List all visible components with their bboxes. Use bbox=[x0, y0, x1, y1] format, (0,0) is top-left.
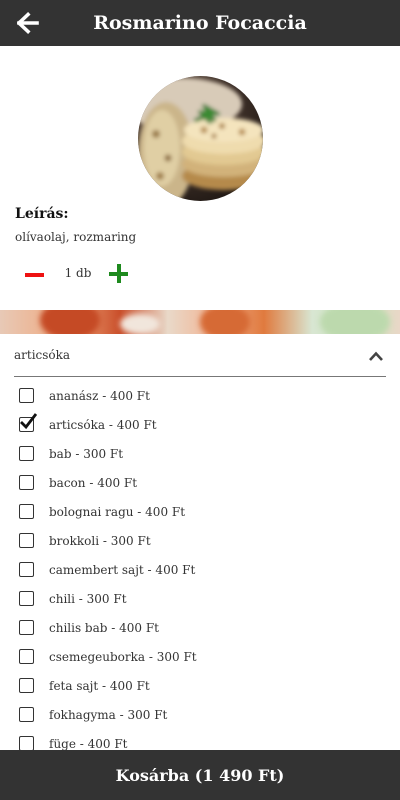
list-item[interactable]: ananász - 400 Ft bbox=[0, 381, 400, 410]
back-button[interactable] bbox=[10, 6, 46, 40]
plus-icon[interactable] bbox=[106, 261, 132, 287]
topping-checkbox[interactable] bbox=[19, 475, 34, 490]
chevron-up-icon bbox=[369, 351, 383, 361]
accordion-label: articsóka bbox=[14, 348, 71, 362]
topping-checkbox[interactable] bbox=[19, 620, 34, 635]
top-bar: Rosmarino Focaccia bbox=[0, 0, 400, 46]
list-item[interactable]: articsóka - 400 Ft bbox=[0, 410, 400, 439]
list-item[interactable]: chilis bab - 400 Ft bbox=[0, 613, 400, 642]
quantity-value: 1 db bbox=[64, 266, 92, 280]
add-to-cart-button[interactable]: Kosárba (1 490 Ft) bbox=[0, 750, 400, 800]
topping-checkbox[interactable] bbox=[19, 504, 34, 519]
topping-checkbox[interactable] bbox=[19, 562, 34, 577]
topping-label: bacon - 400 Ft bbox=[49, 475, 138, 490]
arrow-left-icon bbox=[17, 12, 39, 34]
topping-label: füge - 400 Ft bbox=[49, 736, 128, 751]
topping-label: feta sajt - 400 Ft bbox=[49, 678, 150, 693]
topping-label: camembert sajt - 400 Ft bbox=[49, 562, 196, 577]
decorative-banner bbox=[0, 310, 400, 334]
topping-checkbox[interactable] bbox=[19, 707, 34, 722]
topping-label: fokhagyma - 300 Ft bbox=[49, 707, 168, 722]
topping-label: bolognai ragu - 400 Ft bbox=[49, 504, 186, 519]
topping-checkbox[interactable] bbox=[19, 388, 34, 403]
topping-checkbox[interactable] bbox=[19, 736, 34, 751]
list-item[interactable]: bolognai ragu - 400 Ft bbox=[0, 497, 400, 526]
checkmark-icon bbox=[20, 413, 38, 430]
focaccia-photo bbox=[138, 76, 263, 201]
list-item[interactable]: csemegeuborka - 300 Ft bbox=[0, 642, 400, 671]
topping-list: ananász - 400 Ft articsóka - 400 Ft bab - … bbox=[0, 381, 400, 758]
topping-checkbox[interactable] bbox=[19, 533, 34, 548]
topping-checkbox[interactable] bbox=[19, 649, 34, 664]
topping-label: csemegeuborka - 300 Ft bbox=[49, 649, 197, 664]
topping-label: brokkoli - 300 Ft bbox=[49, 533, 151, 548]
description-text: olívaolaj, rozmaring bbox=[15, 230, 137, 244]
topping-label: bab - 300 Ft bbox=[49, 446, 124, 461]
list-item[interactable]: brokkoli - 300 Ft bbox=[0, 526, 400, 555]
topping-label: articsóka - 400 Ft bbox=[49, 417, 157, 432]
list-item[interactable]: fokhagyma - 300 Ft bbox=[0, 700, 400, 729]
list-item[interactable]: bab - 300 Ft bbox=[0, 439, 400, 468]
minus-icon[interactable] bbox=[22, 262, 48, 288]
list-item[interactable]: bacon - 400 Ft bbox=[0, 468, 400, 497]
list-item[interactable]: chili - 300 Ft bbox=[0, 584, 400, 613]
list-item[interactable]: feta sajt - 400 Ft bbox=[0, 671, 400, 700]
topping-label: chili - 300 Ft bbox=[49, 591, 127, 606]
topping-label: chilis bab - 400 Ft bbox=[49, 620, 160, 635]
ingredient-accordion[interactable]: articsóka bbox=[14, 340, 386, 377]
topping-checkbox[interactable] bbox=[19, 413, 38, 432]
topping-checkbox[interactable] bbox=[19, 591, 34, 606]
description-label: Leírás: bbox=[15, 206, 69, 222]
page-title: Rosmarino Focaccia bbox=[93, 12, 307, 34]
topping-checkbox[interactable] bbox=[19, 446, 34, 461]
topping-label: ananász - 400 Ft bbox=[49, 388, 150, 403]
list-item[interactable]: camembert sajt - 400 Ft bbox=[0, 555, 400, 584]
add-to-cart-label: Kosárba (1 490 Ft) bbox=[115, 765, 285, 785]
topping-checkbox[interactable] bbox=[19, 678, 34, 693]
